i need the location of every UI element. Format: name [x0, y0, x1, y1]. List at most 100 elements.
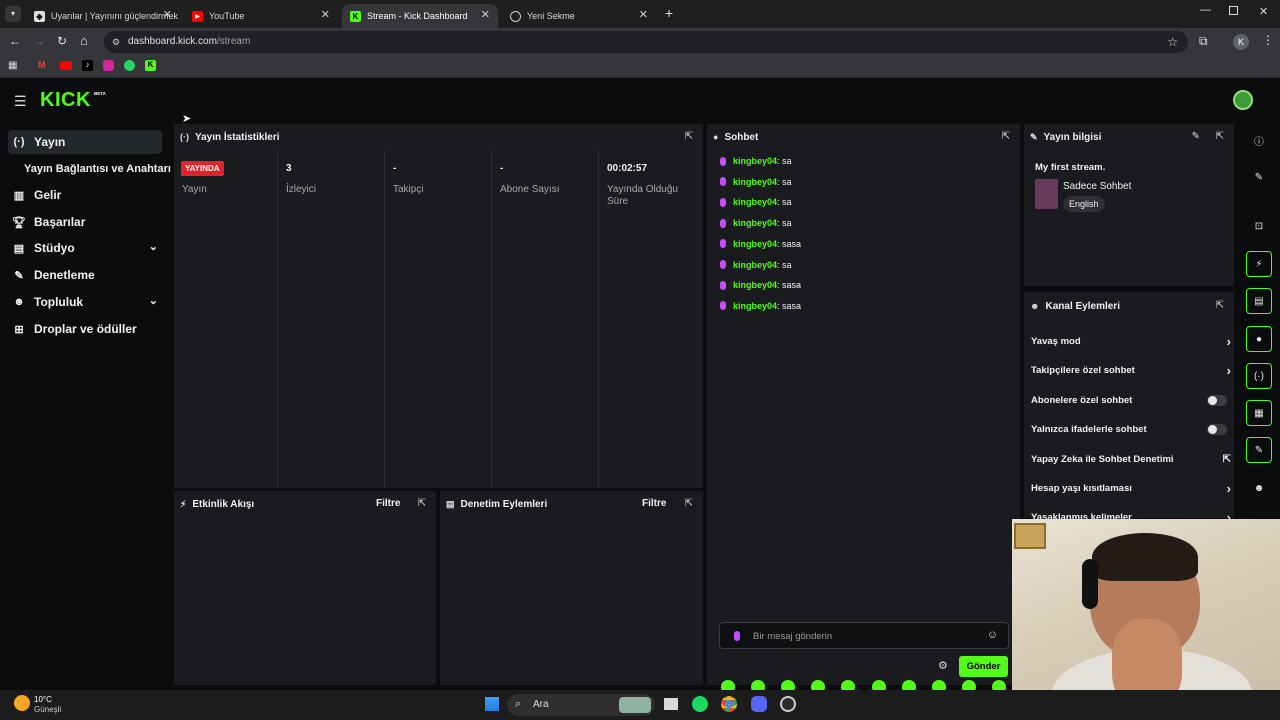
chrome-icon[interactable] [721, 696, 737, 712]
nav-denetleme[interactable]: ✎ Denetleme [8, 263, 162, 287]
filter-button[interactable]: Filtre [376, 498, 400, 509]
menu-icon[interactable]: ⋮ [1262, 33, 1274, 47]
tab-youtube[interactable]: ▶ YouTube ✕ [184, 4, 338, 28]
close-window-button[interactable]: ✕ [1259, 5, 1268, 18]
channel-action-row[interactable]: Takipçilere özel sohbet › [1031, 363, 1231, 378]
nav-yayin[interactable]: (·) Yayın [8, 130, 162, 154]
popout-icon[interactable]: ⇱ [685, 131, 693, 142]
tab-new[interactable]: Yeni Sekme ✕ [502, 4, 656, 28]
channel-action-row[interactable]: Hesap yaşı kısıtlaması › [1031, 481, 1231, 496]
site-info-icon[interactable]: ⚙ [112, 31, 120, 53]
file-explorer-icon[interactable] [664, 698, 678, 710]
chat-username[interactable]: kingbey04 [733, 239, 777, 249]
windows-start-icon[interactable] [484, 696, 500, 712]
maximize-button[interactable] [1229, 6, 1238, 15]
chat-input[interactable]: Bir mesaj gönderin ☺ [719, 622, 1009, 649]
weather-temp[interactable]: 10°C [34, 695, 52, 704]
chevron-right-icon[interactable]: › [1227, 334, 1231, 349]
external-link-icon[interactable]: ⇱ [1223, 454, 1231, 465]
tab-alerts[interactable]: ◆ Uyarılar | Yayınını güçlendirmek ✕ [26, 4, 180, 28]
forward-icon[interactable]: → [33, 34, 45, 48]
chat-bubble-icon[interactable]: ● [1246, 326, 1272, 352]
discord-icon[interactable] [751, 696, 767, 712]
chat-message[interactable]: kingbey04: sa [720, 156, 792, 166]
popout-icon[interactable]: ⇱ [1216, 131, 1224, 142]
obs-icon[interactable] [780, 696, 796, 712]
chat-username[interactable]: kingbey04 [733, 280, 777, 290]
focus-icon[interactable]: ⊡ [1246, 213, 1272, 239]
chat-message[interactable]: kingbey04: sa [720, 177, 792, 187]
chat-message[interactable]: kingbey04: sa [720, 260, 792, 270]
pencil-icon[interactable]: ✎ [1246, 164, 1272, 190]
broadcast-icon[interactable]: (·) [1246, 363, 1272, 389]
taskbar-search[interactable]: ⌕ Ara [507, 694, 655, 716]
channel-action-row[interactable]: Yapay Zeka ile Sohbet Denetimi ⇱ [1031, 454, 1231, 465]
close-icon[interactable]: ✕ [163, 8, 172, 21]
nav-topluluk[interactable]: ☻ Topluluk ⌄ [8, 290, 162, 314]
chat-message[interactable]: kingbey04: sasa [720, 239, 801, 249]
emoji-icon[interactable]: ☺ [987, 629, 998, 641]
chevron-right-icon[interactable]: › [1227, 363, 1231, 378]
user-avatar[interactable] [1233, 90, 1253, 110]
kick-icon[interactable]: K [145, 60, 156, 71]
bookmark-star-icon[interactable]: ☆ [1167, 31, 1178, 53]
nav-droplar[interactable]: ⊞ Droplar ve ödüller [8, 317, 162, 341]
send-button[interactable]: Gönder [959, 656, 1008, 677]
people-icon[interactable]: ☻ [1246, 475, 1272, 501]
filter-button[interactable]: Filtre [642, 498, 666, 509]
channel-action-row[interactable]: Yalnızca ifadelerle sohbet [1031, 424, 1231, 436]
nav-gelir[interactable]: ▥ Gelir [8, 183, 162, 207]
channel-action-row[interactable]: Yavaş mod › [1031, 334, 1231, 349]
close-icon[interactable]: ✕ [481, 8, 490, 21]
chat-username[interactable]: kingbey04 [733, 301, 777, 311]
wrench-icon[interactable]: ✎ [1246, 437, 1272, 463]
spotify-icon[interactable] [692, 696, 708, 712]
chat-username[interactable]: kingbey04 [733, 260, 777, 270]
chat-settings-icon[interactable]: ⚙ [938, 659, 948, 672]
nav-basarilar[interactable]: 🏆︎ Başarılar [8, 210, 162, 234]
gmail-icon[interactable]: M [38, 60, 50, 72]
apps-grid-icon[interactable]: ▦ [8, 60, 17, 71]
kick-logo[interactable]: KICK [40, 89, 91, 112]
popout-icon[interactable]: ⇱ [1216, 300, 1224, 311]
youtube-icon[interactable] [60, 61, 72, 70]
close-icon[interactable]: ✕ [639, 8, 648, 21]
close-icon[interactable]: ✕ [321, 8, 330, 21]
home-icon[interactable]: ⌂ [80, 33, 88, 48]
back-icon[interactable]: ← [9, 34, 21, 48]
popout-icon[interactable]: ⇱ [685, 498, 693, 509]
weather-icon[interactable] [14, 695, 30, 711]
chat-username[interactable]: kingbey04 [733, 156, 777, 166]
chevron-right-icon[interactable]: › [1227, 481, 1231, 496]
chat-username[interactable]: kingbey04 [733, 177, 777, 187]
chevron-down-icon[interactable]: ⌄ [149, 294, 158, 307]
info-icon[interactable]: ⓘ [1246, 127, 1272, 153]
chat-message[interactable]: kingbey04: sasa [720, 280, 801, 290]
document-icon[interactable]: ▤ [1246, 288, 1272, 314]
chat-message[interactable]: kingbey04: sa [720, 197, 792, 207]
whatsapp-icon[interactable] [124, 60, 135, 71]
reload-icon[interactable]: ↻ [57, 34, 67, 48]
profile-avatar[interactable]: K [1233, 34, 1249, 50]
new-tab-button[interactable]: + [665, 5, 673, 21]
channel-action-row[interactable]: Abonelere özel sohbet [1031, 394, 1231, 406]
chat-username[interactable]: kingbey04 [733, 197, 777, 207]
instagram-icon[interactable] [103, 60, 114, 71]
nav-studyo[interactable]: ▤ Stüdyo ⌄ [8, 236, 162, 260]
edit-icon[interactable]: ✎ [1192, 131, 1200, 142]
hamburger-menu-icon[interactable]: ☰ [14, 93, 27, 110]
category-name[interactable]: Sadece Sohbet [1063, 181, 1131, 192]
url-field[interactable]: ⚙ dashboard.kick.com/stream ☆ [104, 31, 1188, 53]
toggle-switch[interactable] [1207, 424, 1227, 436]
minimize-button[interactable]: — [1200, 4, 1211, 16]
layout-icon[interactable]: ▦ [1246, 400, 1272, 426]
nav-stream-key[interactable]: Yayın Bağlantısı ve Anahtarı [24, 157, 174, 181]
lightning-icon[interactable]: ⚡︎ [1246, 251, 1272, 277]
tiktok-icon[interactable]: ♪ [82, 60, 93, 71]
chat-message[interactable]: kingbey04: sasa [720, 301, 801, 311]
tab-search-icon[interactable]: ▾ [5, 6, 21, 22]
chat-message[interactable]: kingbey04: sa [720, 218, 792, 228]
toggle-switch[interactable] [1207, 394, 1227, 406]
popout-icon[interactable]: ⇱ [1002, 131, 1010, 142]
popout-icon[interactable]: ⇱ [418, 498, 426, 509]
